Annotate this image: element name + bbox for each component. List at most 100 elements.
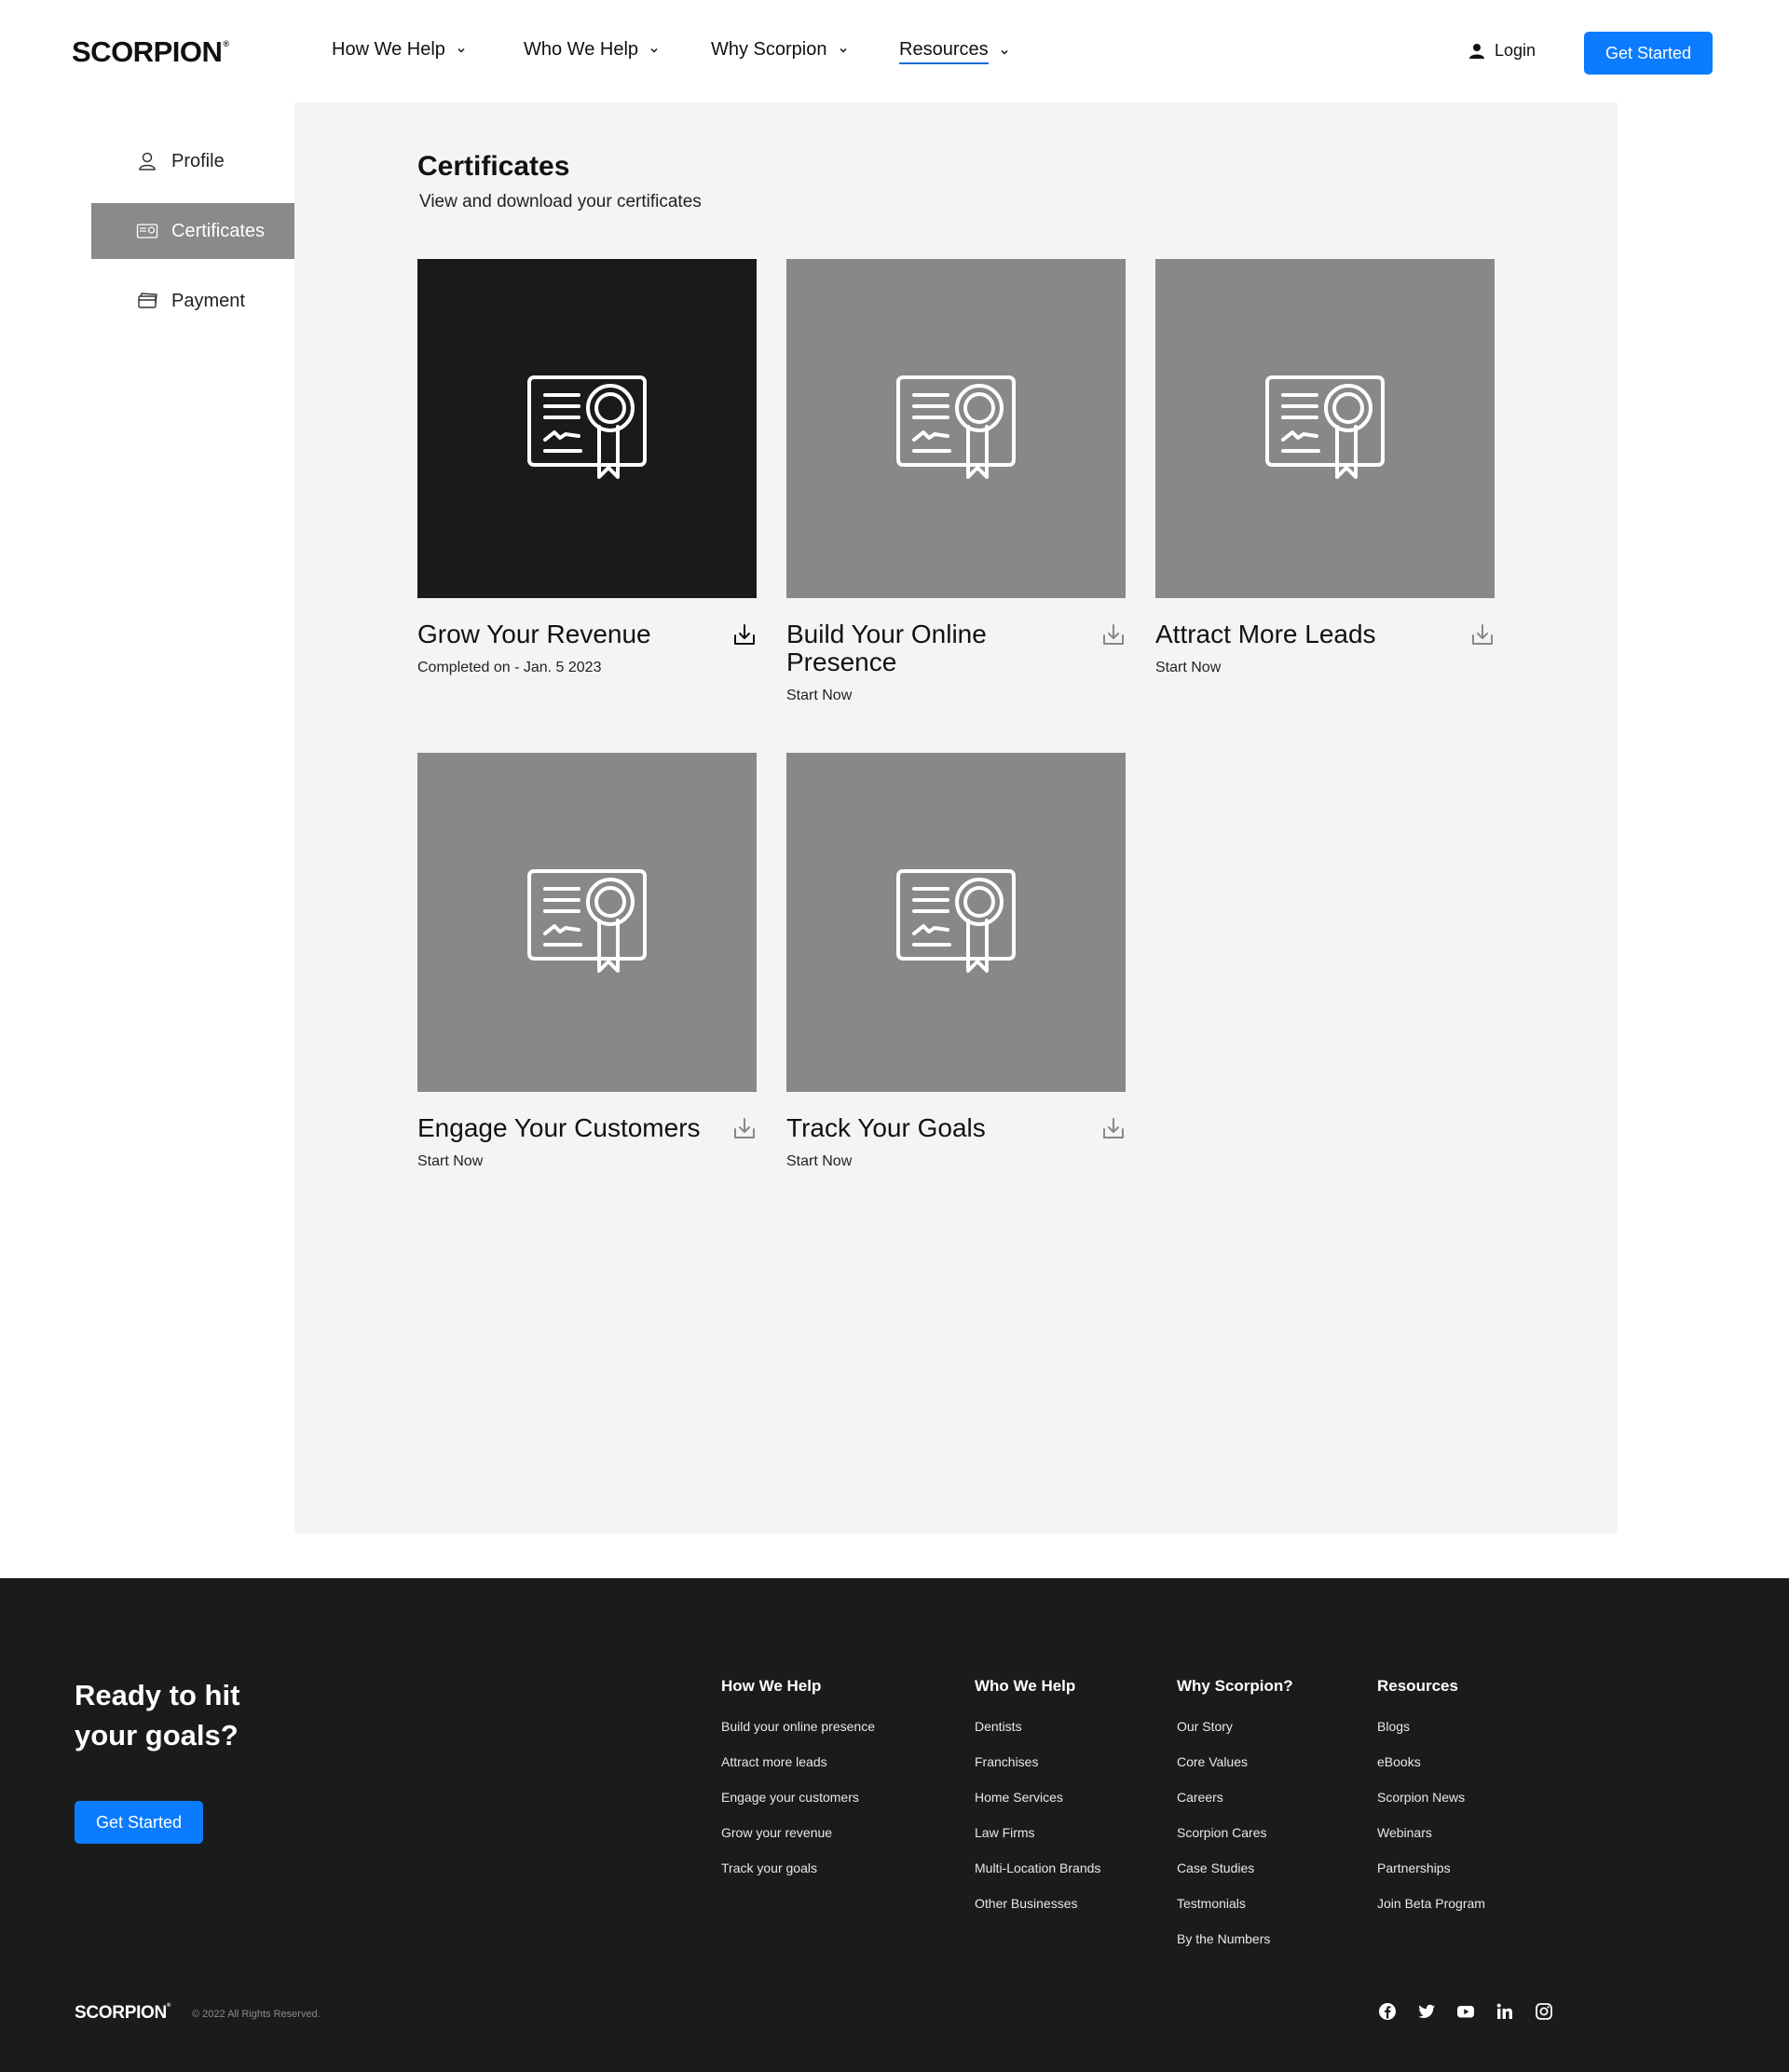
certificate-icon [896, 869, 1016, 973]
nav-label: How We Help [332, 39, 445, 60]
start-now-link[interactable]: Start Now [786, 1153, 1126, 1170]
login-link[interactable]: Login [1468, 41, 1536, 61]
footer-link[interactable]: Grow your revenue [721, 1815, 875, 1850]
footer-link[interactable]: Join Beta Program [1377, 1886, 1485, 1921]
certificate-title: Engage Your Customers [417, 1113, 701, 1142]
footer-link[interactable]: Multi-Location Brands [975, 1850, 1100, 1886]
chevron-down-icon [839, 48, 847, 53]
footer-get-started-button[interactable]: Get Started [75, 1801, 203, 1844]
certificate-icon [527, 869, 647, 973]
page-subtitle: View and download your certificates [419, 192, 702, 211]
footer-column-heading: Why Scorpion? [1177, 1677, 1293, 1695]
page-title: Certificates [417, 151, 570, 182]
footer-link[interactable]: Franchises [975, 1744, 1100, 1779]
certificate-thumbnail[interactable] [417, 753, 757, 1092]
copyright-text: © 2022 All Rights Reserved. [192, 2009, 321, 2020]
footer-link[interactable]: Attract more leads [721, 1744, 875, 1779]
sidebar-item-label: Payment [171, 290, 245, 311]
nav-why-scorpion[interactable]: Why Scorpion [711, 39, 850, 61]
sidebar-item-payment[interactable]: Payment [91, 273, 294, 329]
credit-card-icon [138, 293, 157, 308]
footer-link[interactable]: Other Businesses [975, 1886, 1100, 1921]
footer-cta-heading: Ready to hit your goals? [75, 1679, 240, 1752]
footer-link[interactable]: Scorpion Cares [1177, 1815, 1293, 1850]
certificate-card: Attract More Leads Start Now [1155, 259, 1495, 676]
footer-column-how-we-help: How We Help Build your online presence A… [721, 1677, 875, 1886]
certificate-thumbnail[interactable] [417, 259, 757, 598]
certificate-icon [527, 375, 647, 479]
footer-link[interactable]: By the Numbers [1177, 1921, 1293, 1956]
certificate-icon [1265, 375, 1385, 479]
twitter-icon[interactable] [1416, 2001, 1437, 2022]
footer-link[interactable]: Our Story [1177, 1709, 1293, 1744]
footer-link[interactable]: Careers [1177, 1779, 1293, 1815]
certificate-title: Attract More Leads [1155, 620, 1376, 648]
footer-link[interactable]: Law Firms [975, 1815, 1100, 1850]
site-footer: Ready to hit your goals? Get Started How… [0, 1578, 1789, 2072]
footer-link[interactable]: Blogs [1377, 1709, 1485, 1744]
certificate-icon [136, 224, 158, 239]
certificate-card: Track Your Goals Start Now [786, 753, 1126, 1170]
footer-column-why-scorpion: Why Scorpion? Our Story Core Values Care… [1177, 1677, 1293, 1956]
footer-column-heading: Who We Help [975, 1677, 1076, 1695]
certificate-thumbnail[interactable] [786, 259, 1126, 598]
footer-link[interactable]: Dentists [975, 1709, 1100, 1744]
footer-link[interactable]: Track your goals [721, 1850, 875, 1886]
sidebar-item-certificates[interactable]: Certificates [91, 203, 294, 259]
nav-how-we-help[interactable]: How We Help [332, 39, 468, 61]
user-icon [139, 152, 156, 170]
nav-label: Why Scorpion [711, 39, 827, 60]
get-started-button[interactable]: Get Started [1584, 32, 1713, 75]
download-icon[interactable] [1470, 622, 1495, 647]
facebook-icon[interactable] [1377, 2001, 1398, 2022]
footer-link[interactable]: Case Studies [1177, 1850, 1293, 1886]
footer-link[interactable]: Build your online presence [721, 1709, 875, 1744]
login-label: Login [1495, 41, 1536, 60]
nav-label: Who We Help [524, 39, 639, 60]
linkedin-icon[interactable] [1495, 2001, 1515, 2022]
certificate-card: Grow Your Revenue Completed on - Jan. 5 … [417, 259, 757, 676]
footer-link[interactable]: Scorpion News [1377, 1779, 1485, 1815]
certificate-title: Build Your Online Presence [786, 620, 987, 676]
download-icon[interactable] [1101, 1116, 1126, 1140]
certificate-thumbnail[interactable] [786, 753, 1126, 1092]
footer-link[interactable]: Core Values [1177, 1744, 1293, 1779]
download-icon[interactable] [732, 1116, 757, 1140]
instagram-icon[interactable] [1534, 2001, 1554, 2022]
footer-logo[interactable]: SCORPION® [75, 2003, 171, 2024]
footer-link[interactable]: Webinars [1377, 1815, 1485, 1850]
chevron-down-icon [457, 48, 465, 53]
footer-link[interactable]: Engage your customers [721, 1779, 875, 1815]
chevron-down-icon [1001, 49, 1008, 55]
start-now-link[interactable]: Start Now [417, 1153, 757, 1170]
sidebar-item-label: Profile [171, 150, 225, 171]
footer-link[interactable]: eBooks [1377, 1744, 1485, 1779]
nav-who-we-help[interactable]: Who We Help [524, 39, 661, 61]
download-icon[interactable] [1101, 622, 1126, 647]
certificate-status: Completed on - Jan. 5 2023 [417, 660, 602, 675]
certificate-card: Build Your Online Presence Start Now [786, 259, 1126, 704]
start-now-link[interactable]: Start Now [1155, 660, 1495, 676]
footer-column-heading: How We Help [721, 1677, 822, 1695]
youtube-icon[interactable] [1455, 2001, 1476, 2022]
nav-resources[interactable]: Resources [899, 39, 1011, 64]
footer-link[interactable]: Home Services [975, 1779, 1100, 1815]
chevron-down-icon [650, 48, 658, 53]
download-icon[interactable] [732, 622, 757, 647]
footer-column-resources: Resources Blogs eBooks Scorpion News Web… [1377, 1677, 1485, 1921]
footer-column-heading: Resources [1377, 1677, 1458, 1695]
scorpion-logo[interactable]: SCORPION® [72, 35, 229, 69]
certificate-title: Grow Your Revenue [417, 620, 651, 648]
certificate-icon [896, 375, 1016, 479]
footer-column-who-we-help: Who We Help Dentists Franchises Home Ser… [975, 1677, 1100, 1921]
footer-link[interactable]: Partnerships [1377, 1850, 1485, 1886]
certificates-panel: Certificates View and download your cert… [294, 102, 1618, 1534]
nav-label: Resources [899, 39, 989, 64]
footer-link[interactable]: Testmonials [1177, 1886, 1293, 1921]
sidebar-item-profile[interactable]: Profile [91, 133, 294, 189]
sidebar-item-label: Certificates [171, 220, 266, 241]
certificate-thumbnail[interactable] [1155, 259, 1495, 598]
site-header: SCORPION® How We Help Who We Help Why Sc… [0, 0, 1789, 102]
certificate-card: Engage Your Customers Start Now [417, 753, 757, 1170]
start-now-link[interactable]: Start Now [786, 688, 1126, 704]
